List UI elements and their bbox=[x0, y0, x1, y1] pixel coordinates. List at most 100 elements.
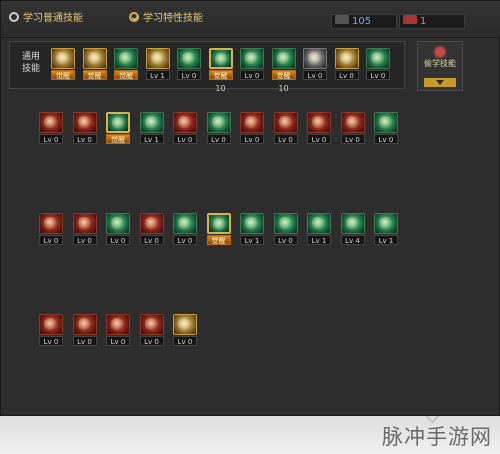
skill-slot[interactable]: Lv 0 bbox=[173, 213, 197, 246]
skill-slot[interactable]: Lv 0 bbox=[206, 112, 231, 145]
skill-slot[interactable]: Lv 0 bbox=[366, 48, 390, 81]
skill-level: Lv 0 bbox=[303, 70, 327, 80]
skill-slot[interactable]: Lv 0 bbox=[240, 48, 264, 81]
sp-tag-icon bbox=[335, 15, 349, 24]
skill-slot[interactable]: 觉醒 bbox=[106, 112, 130, 145]
tab-common-label: 学习普通技能 bbox=[23, 13, 83, 24]
skill-slot[interactable]: Lv 0 bbox=[72, 213, 97, 246]
skill-level: Lv 0 bbox=[273, 134, 298, 144]
skill-level: 觉醒 bbox=[82, 70, 107, 80]
tab-common-skills[interactable]: 学习普通技能 bbox=[9, 11, 83, 27]
skill-slot[interactable]: Lv 0 bbox=[334, 48, 359, 81]
skill-slot[interactable]: 觉醒 bbox=[271, 48, 296, 81]
skill-level: 觉醒 bbox=[51, 70, 75, 80]
skill-slot[interactable]: Lv 0 bbox=[273, 213, 298, 246]
skill-icon bbox=[240, 213, 264, 234]
skill-icon bbox=[240, 48, 264, 69]
skill-level: Lv 0 bbox=[173, 336, 197, 346]
skill-slot[interactable]: Lv 0 bbox=[374, 112, 398, 145]
skill-level: Lv 4 bbox=[340, 235, 365, 245]
skill-slot[interactable]: 觉醒 bbox=[114, 48, 138, 81]
skill-icon bbox=[173, 213, 197, 234]
skill-slot[interactable]: Lv 0 bbox=[173, 314, 197, 347]
skill-slot[interactable]: Lv 0 bbox=[106, 213, 130, 246]
skill-slot[interactable]: Lv 0 bbox=[240, 112, 264, 145]
skill-level: 觉醒 bbox=[106, 134, 130, 144]
skill-icon bbox=[114, 48, 138, 69]
skill-icon bbox=[307, 213, 331, 234]
skill-icon bbox=[82, 48, 107, 69]
skill-slot[interactable]: Lv 1 bbox=[145, 48, 170, 81]
skill-slot[interactable]: Lv 1 bbox=[240, 213, 264, 246]
skill-level: Lv 1 bbox=[374, 235, 398, 245]
skill-level: Lv 0 bbox=[39, 235, 63, 245]
skill-icon bbox=[139, 314, 164, 335]
skill-slot[interactable]: Lv 0 bbox=[39, 314, 63, 347]
skill-slot[interactable]: Lv 0 bbox=[72, 314, 97, 347]
skill-icon bbox=[139, 112, 164, 133]
tp-value: 1 bbox=[420, 16, 427, 27]
skill-slot[interactable]: Lv 0 bbox=[72, 112, 97, 145]
skill-icon bbox=[273, 112, 298, 133]
skill-slot[interactable]: Lv 1 bbox=[374, 213, 398, 246]
skill-icon bbox=[340, 213, 365, 234]
skill-slot[interactable]: Lv 0 bbox=[177, 48, 201, 81]
skill-icon bbox=[240, 112, 264, 133]
skill-level: Lv 1 bbox=[307, 235, 331, 245]
skill-level: Lv 0 bbox=[334, 70, 359, 80]
skill-slot[interactable]: Lv 0 bbox=[303, 48, 327, 81]
skill-slot[interactable]: Lv 0 bbox=[39, 213, 63, 246]
skill-slot[interactable]: 觉醒 bbox=[208, 48, 233, 81]
skill-slot[interactable]: Lv 1 bbox=[139, 112, 164, 145]
skill-slot[interactable]: Lv 0 bbox=[139, 314, 164, 347]
tp-counter: 1 bbox=[399, 14, 465, 29]
skill-level: Lv 0 bbox=[39, 134, 63, 144]
skill-level: Lv 0 bbox=[273, 235, 298, 245]
skill-level: Lv 0 bbox=[374, 134, 398, 144]
skill-icon bbox=[177, 48, 201, 69]
skill-slot[interactable]: Lv 0 bbox=[340, 112, 365, 145]
skill-icon bbox=[206, 112, 231, 133]
skill-slot[interactable]: Lv 1 bbox=[307, 213, 331, 246]
skill-slot[interactable]: Lv 0 bbox=[273, 112, 298, 145]
skill-level: Lv 1 bbox=[139, 134, 164, 144]
skill-level: 觉醒 bbox=[206, 235, 231, 245]
skill-icon bbox=[106, 213, 130, 234]
skill-slot[interactable]: 觉醒 bbox=[82, 48, 107, 81]
skill-slot[interactable]: 觉醒 bbox=[206, 213, 231, 246]
skill-level: 觉醒 bbox=[114, 70, 138, 80]
skill-slot[interactable]: Lv 0 bbox=[139, 213, 164, 246]
skill-level: Lv 0 bbox=[106, 336, 130, 346]
skill-slot[interactable]: Lv 0 bbox=[173, 112, 197, 145]
skill-slot[interactable]: 觉醒 bbox=[51, 48, 75, 81]
skill-level: Lv 0 bbox=[72, 336, 97, 346]
skill-icon bbox=[273, 213, 298, 234]
skill-level: Lv 0 bbox=[240, 70, 264, 80]
tab-special-label: 学习特性技能 bbox=[143, 13, 203, 24]
skill-level: Lv 0 bbox=[206, 134, 231, 144]
skill-icon bbox=[39, 314, 63, 335]
skill-icon bbox=[303, 48, 327, 69]
skill-slot[interactable]: Lv 0 bbox=[106, 314, 130, 347]
skill-level: 觉醒 bbox=[271, 70, 296, 80]
tp-tag-icon bbox=[403, 15, 417, 24]
skill-icon bbox=[173, 112, 197, 133]
skill-slot[interactable]: Lv 0 bbox=[39, 112, 63, 145]
skill-level: Lv 0 bbox=[173, 134, 197, 144]
skill-icon bbox=[145, 48, 170, 69]
skill-level: Lv 0 bbox=[139, 235, 164, 245]
steal-skill-button[interactable]: 偷学技能 bbox=[417, 41, 463, 91]
tab-special-skills[interactable]: 学习特性技能 bbox=[129, 11, 203, 27]
steal-skill-icon bbox=[435, 47, 445, 57]
skill-slot[interactable]: Lv 0 bbox=[307, 112, 331, 145]
skill-icon bbox=[208, 48, 233, 69]
skill-note: 10 bbox=[278, 84, 289, 93]
chevron-down-icon[interactable] bbox=[424, 78, 456, 87]
skill-icon bbox=[206, 213, 231, 234]
radio-icon bbox=[9, 12, 19, 22]
skill-icon bbox=[72, 314, 97, 335]
common-skills-label-text: 通用 技能 bbox=[21, 52, 40, 74]
skill-icon bbox=[106, 314, 130, 335]
skill-slot[interactable]: Lv 4 bbox=[340, 213, 365, 246]
skill-level: Lv 0 bbox=[106, 235, 130, 245]
